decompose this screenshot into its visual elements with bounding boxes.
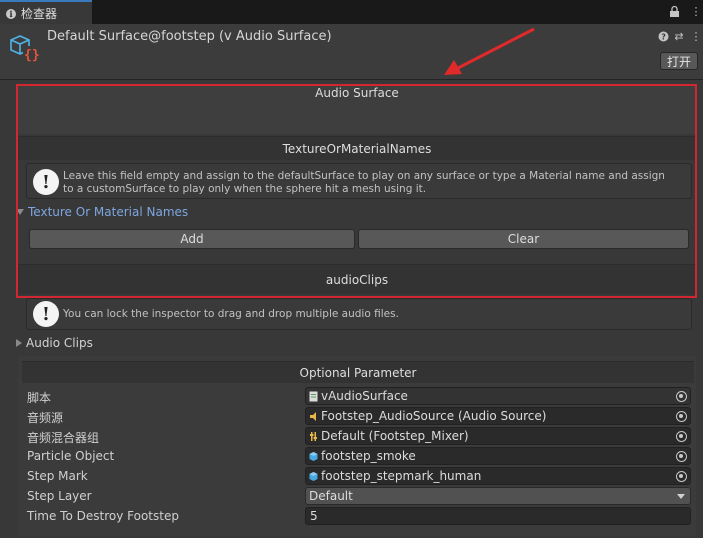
context-menu-icon[interactable]: ⋮ xyxy=(690,31,702,43)
prop-label-mixer-group: 音频混合器组 xyxy=(27,431,100,445)
open-button[interactable]: 打开 xyxy=(660,52,698,70)
preset-settings-icon[interactable]: ⇄ xyxy=(673,31,685,43)
step-layer-value: Default xyxy=(309,489,353,503)
audio-surface-asset-icon: {} xyxy=(9,33,41,63)
help-icon[interactable]: ? xyxy=(657,31,669,43)
time-to-destroy-value: 5 xyxy=(310,509,318,523)
audio-clips-foldout-label: Audio Clips xyxy=(26,336,93,350)
highlight-box xyxy=(16,84,697,298)
audio-help-text: You can lock the inspector to drag and d… xyxy=(63,308,399,320)
audio-clips-foldout[interactable]: Audio Clips xyxy=(16,336,93,350)
mixer-group-value: Default (Footstep_Mixer) xyxy=(321,429,469,443)
lock-icon[interactable] xyxy=(668,5,680,18)
time-to-destroy-input[interactable]: 5 xyxy=(305,507,691,525)
prop-label-audio-source: 音频源 xyxy=(27,411,64,425)
prop-label-step-layer: Step Layer xyxy=(27,489,92,503)
object-picker-icon[interactable] xyxy=(676,451,687,462)
audio-help-box: ! You can lock the inspector to drag and… xyxy=(26,298,692,330)
svg-text:{}: {} xyxy=(24,48,40,63)
optional-parameter-header: Optional Parameter xyxy=(22,361,694,383)
object-picker-icon[interactable] xyxy=(676,471,687,482)
prop-label-particle-object: Particle Object xyxy=(27,449,115,463)
asset-title: Default Surface@footstep (v Audio Surfac… xyxy=(47,29,332,44)
prefab-cube-icon xyxy=(309,471,318,481)
script-value: vAudioSurface xyxy=(321,389,408,403)
annotation-arrow xyxy=(444,27,535,75)
warning-info-icon: ! xyxy=(33,301,59,327)
script-field: vAudioSurface xyxy=(305,387,691,405)
audio-source-field[interactable]: Footstep_AudioSource (Audio Source) xyxy=(305,407,691,425)
particle-object-field[interactable]: footstep_smoke xyxy=(305,447,691,465)
prefab-cube-icon xyxy=(309,451,318,461)
dropdown-arrow-icon xyxy=(677,494,685,499)
prop-label-script: 脚本 xyxy=(27,391,52,405)
particle-object-value: footstep_smoke xyxy=(321,449,416,463)
tab-inspector[interactable]: i 检查器 xyxy=(0,0,92,25)
object-picker-icon[interactable] xyxy=(676,411,687,422)
tab-inspector-label: 检查器 xyxy=(21,7,58,21)
foldout-collapsed-icon xyxy=(16,339,22,347)
script-icon xyxy=(309,391,318,401)
more-menu-icon[interactable]: ⋮ xyxy=(690,5,702,18)
step-mark-value: footstep_stepmark_human xyxy=(321,469,482,483)
mixer-group-field[interactable]: Default (Footstep_Mixer) xyxy=(305,427,691,445)
mixer-icon xyxy=(310,431,317,441)
prop-label-step-mark: Step Mark xyxy=(27,469,88,483)
object-picker-icon[interactable] xyxy=(676,391,687,402)
step-mark-field[interactable]: footstep_stepmark_human xyxy=(305,467,691,485)
step-layer-dropdown[interactable]: Default xyxy=(305,487,691,505)
svg-text:?: ? xyxy=(661,33,666,42)
tab-bar xyxy=(0,0,703,24)
speaker-icon xyxy=(310,411,316,421)
object-picker-icon[interactable] xyxy=(676,431,687,442)
prop-label-time-to-destroy: Time To Destroy Footstep xyxy=(27,509,179,523)
info-icon: i xyxy=(6,8,16,19)
audio-source-value: Footstep_AudioSource (Audio Source) xyxy=(321,409,547,423)
